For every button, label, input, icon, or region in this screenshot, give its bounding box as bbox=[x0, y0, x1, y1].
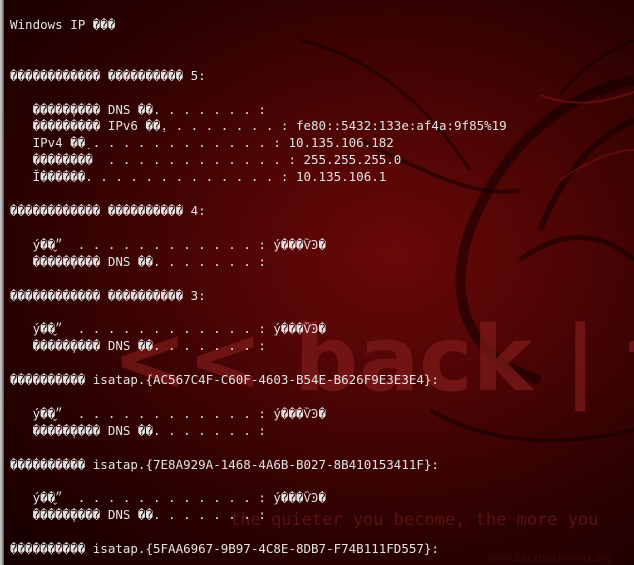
console-line: �����̹���� DNS ��׺. . . . . . . : bbox=[10, 423, 507, 440]
console-line: ý��״̬ . . . . . . . . . . . . : ý���ѶϿ� bbox=[10, 406, 507, 423]
console-line bbox=[10, 304, 507, 321]
console-line bbox=[10, 186, 507, 203]
console-line bbox=[10, 85, 507, 102]
console-line: ���������� isatap.{7E8A929A-1468-4A6B-B0… bbox=[10, 457, 507, 474]
console-line: �������� . . . . . . . . . . . . : 255.2… bbox=[10, 152, 507, 169]
console-line bbox=[10, 34, 507, 51]
console-line: Ĭ������. . . . . . . . . . . . . : 10.13… bbox=[10, 169, 507, 186]
console-line: ý��״̬ . . . . . . . . . . . . : ý���ѶϿ� bbox=[10, 490, 507, 507]
console-line: Windows IP ��� bbox=[10, 17, 507, 34]
console-line bbox=[10, 51, 507, 68]
console-line: ������������ ���������� 3: bbox=[10, 288, 507, 305]
console-line bbox=[10, 220, 507, 237]
console-line bbox=[10, 473, 507, 490]
console-line: ������������ ���������� 4: bbox=[10, 203, 507, 220]
highlight-strokes bbox=[540, 92, 634, 180]
console-line: ý��״̬ . . . . . . . . . . . . : ý���ѶϿ� bbox=[10, 321, 507, 338]
terminal-window[interactable]: << back | track the quieter you become, … bbox=[0, 0, 634, 565]
console-line bbox=[10, 355, 507, 372]
console-line: ���������� isatap.{AC567C4F-C60F-4603-B5… bbox=[10, 372, 507, 389]
window-left-border bbox=[0, 0, 4, 565]
console-line bbox=[10, 389, 507, 406]
console-line: ������������ ���������� 5: bbox=[10, 68, 507, 85]
console-line: �����̹���� DNS ��׺. . . . . . . : bbox=[10, 338, 507, 355]
console-line: ���������� isatap.{5FAA6967-9B97-4C8E-8D… bbox=[10, 541, 507, 558]
console-line: ý��״̬ . . . . . . . . . . . . : ý���ѶϿ� bbox=[10, 237, 507, 254]
console-line: �����̹���� DNS ��׺. . . . . . . : bbox=[10, 254, 507, 271]
console-line: �����̹���� DNS ��׺. . . . . . . : bbox=[10, 507, 507, 524]
console-line bbox=[10, 524, 507, 541]
console-line bbox=[10, 271, 507, 288]
console-output[interactable]: Windows IP ��� ������������ ���������� 5:… bbox=[10, 17, 507, 558]
console-line: �����̹���� DNS ��׺. . . . . . . : bbox=[10, 102, 507, 119]
console-line: IPv4 ��ַ . . . . . . . . . . . . : 10.13… bbox=[10, 135, 507, 152]
console-line bbox=[10, 440, 507, 457]
console-line: ��������� IPv6 ��ַ. . . . . . . . : fe80… bbox=[10, 118, 507, 135]
